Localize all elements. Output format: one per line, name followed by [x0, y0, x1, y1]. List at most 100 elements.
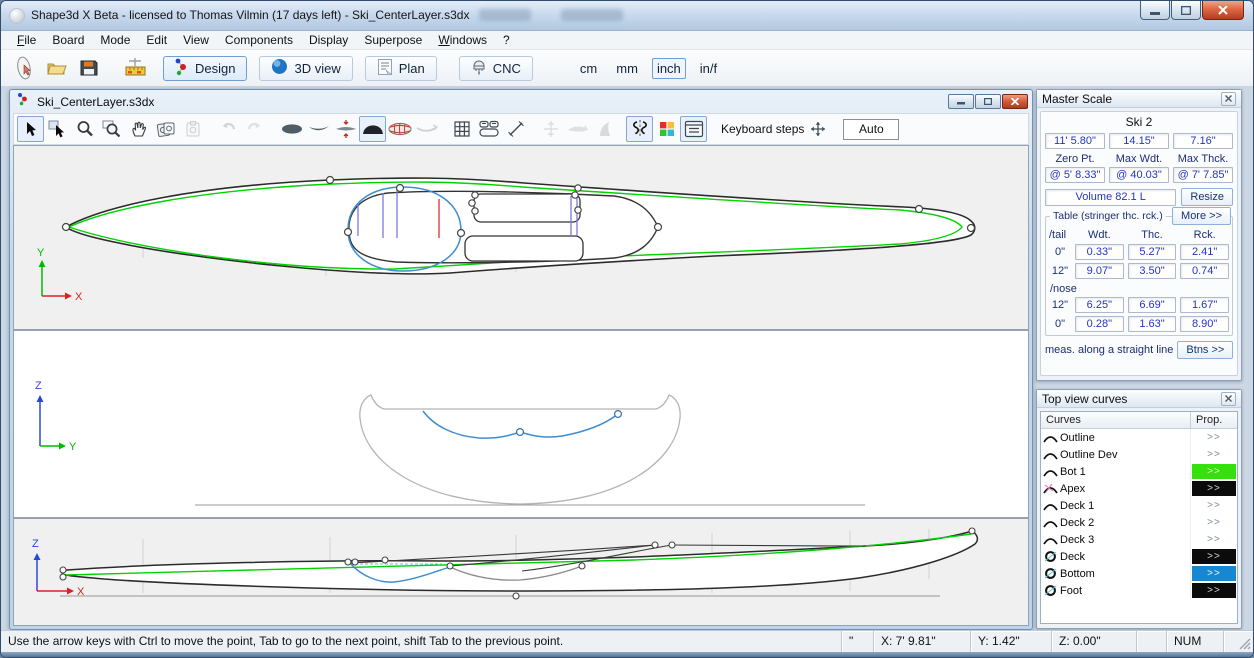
prop-button[interactable]: >>: [1192, 566, 1236, 581]
select-points-icon[interactable]: [44, 116, 71, 142]
unit-cm[interactable]: cm: [575, 58, 602, 79]
3d-view-button[interactable]: 3D view: [259, 56, 352, 81]
paste-view-icon[interactable]: [179, 116, 206, 142]
grid-icon[interactable]: [448, 116, 475, 142]
copy-view-icon[interactable]: [152, 116, 179, 142]
menu-superpose[interactable]: Superpose: [356, 31, 430, 49]
menu-view[interactable]: View: [175, 31, 217, 49]
section-view-icon[interactable]: [359, 116, 386, 142]
prop-button[interactable]: >>: [1192, 464, 1236, 479]
menu-display[interactable]: Display: [301, 31, 356, 49]
prop-button[interactable]: >>: [1192, 532, 1236, 547]
nose-wdt-field[interactable]: 0.28": [1075, 316, 1124, 332]
doc-minimize-button[interactable]: [948, 94, 974, 109]
tail-thc-field[interactable]: 3.50": [1128, 263, 1177, 279]
new-board-icon[interactable]: [9, 54, 41, 82]
tail-thc-field[interactable]: 5.27": [1128, 244, 1177, 260]
prop-button[interactable]: >>: [1192, 583, 1236, 598]
curve-row-outline-dev[interactable]: Outline Dev >>: [1041, 446, 1237, 463]
menu-windows[interactable]: Windows: [430, 31, 495, 49]
prop-button[interactable]: >>: [1192, 447, 1236, 462]
curve-row-bot1[interactable]: Bot 1 >>: [1041, 463, 1237, 480]
design-button[interactable]: Design: [163, 56, 247, 81]
doc-maximize-button[interactable]: [975, 94, 1001, 109]
prop-button[interactable]: >>: [1192, 515, 1236, 530]
outline-view-icon[interactable]: [278, 116, 305, 142]
menu-help[interactable]: ?: [495, 31, 518, 49]
curve-row-deck1[interactable]: Deck 1 >>: [1041, 497, 1237, 514]
ghost-board-icon[interactable]: [564, 116, 591, 142]
move-steps-icon[interactable]: [804, 116, 831, 142]
curve-row-deck3[interactable]: Deck 3 >>: [1041, 531, 1237, 548]
select-arrow-icon[interactable]: [17, 116, 44, 142]
nose-rck-field[interactable]: 1.67": [1180, 297, 1229, 313]
tail-wdt-field[interactable]: 0.33": [1075, 244, 1124, 260]
close-button[interactable]: [1202, 1, 1244, 20]
tail-rck-field[interactable]: 2.41": [1180, 244, 1229, 260]
nose-thc-field[interactable]: 1.63": [1128, 316, 1177, 332]
volume-field[interactable]: Volume 82.1 L: [1045, 189, 1176, 206]
plan-button[interactable]: Plan: [365, 56, 437, 81]
max-width-field[interactable]: 14.15": [1109, 133, 1169, 149]
zoom-icon[interactable]: [71, 116, 98, 142]
length-field[interactable]: 11' 5.80": [1045, 133, 1105, 149]
nose-thc-field[interactable]: 6.69": [1128, 297, 1177, 313]
menu-mode[interactable]: Mode: [92, 31, 138, 49]
scale-tool-icon[interactable]: [119, 54, 151, 82]
guideline-icon[interactable]: [537, 116, 564, 142]
menu-components[interactable]: Components: [217, 31, 301, 49]
undo-icon[interactable]: [214, 116, 241, 142]
max-thck-at-field[interactable]: @ 7' 7.85": [1173, 167, 1233, 183]
flow-view-icon[interactable]: [413, 116, 440, 142]
doc-close-button[interactable]: [1002, 94, 1028, 109]
tail-wdt-field[interactable]: 9.07": [1075, 263, 1124, 279]
nose-rck-field[interactable]: 8.90": [1180, 316, 1229, 332]
menu-board[interactable]: Board: [44, 31, 92, 49]
unit-inch[interactable]: inch: [652, 58, 686, 79]
slices-icon[interactable]: [475, 116, 502, 142]
pan-hand-icon[interactable]: [125, 116, 152, 142]
curve-row-deck2[interactable]: Deck 2 >>: [1041, 514, 1237, 531]
prop-button[interactable]: >>: [1192, 481, 1236, 496]
max-wdt-at-field[interactable]: @ 40.03": [1109, 167, 1169, 183]
cnc-button[interactable]: CNC: [459, 56, 533, 81]
max-thickness-field[interactable]: 7.16": [1173, 133, 1233, 149]
save-icon[interactable]: [73, 54, 105, 82]
menu-edit[interactable]: Edit: [138, 31, 175, 49]
panel-toggle-icon[interactable]: [680, 116, 707, 142]
minimize-button[interactable]: [1140, 1, 1170, 20]
curve-row-deck[interactable]: Deck >>: [1041, 548, 1237, 565]
maximize-button[interactable]: [1171, 1, 1201, 20]
curves-close-icon[interactable]: [1221, 392, 1236, 406]
curve-row-foot[interactable]: Foot >>: [1041, 582, 1237, 599]
rocker-view-icon[interactable]: [305, 116, 332, 142]
wireframe-view-icon[interactable]: [386, 116, 413, 142]
btns-button[interactable]: Btns >>: [1177, 341, 1233, 359]
zoom-window-icon[interactable]: [98, 116, 125, 142]
resize-button[interactable]: Resize: [1181, 188, 1233, 206]
tail-rck-field[interactable]: 0.74": [1180, 263, 1229, 279]
colors-icon[interactable]: [653, 116, 680, 142]
top-view-pane[interactable]: Y X: [14, 146, 1028, 329]
redo-icon[interactable]: [241, 116, 268, 142]
zero-at-field[interactable]: @ 5' 8.33": [1045, 167, 1105, 183]
side-view-pane[interactable]: Z X: [14, 519, 1028, 625]
prop-button[interactable]: >>: [1192, 549, 1236, 564]
section-view-pane[interactable]: Z Y: [14, 331, 1028, 517]
open-folder-icon[interactable]: [41, 54, 73, 82]
mirror-icon[interactable]: [626, 116, 653, 142]
resize-grip[interactable]: [1223, 631, 1253, 652]
curve-row-apex[interactable]: Apex >>: [1041, 480, 1237, 497]
prop-column-header[interactable]: Prop.: [1191, 412, 1237, 428]
unit-mm[interactable]: mm: [611, 58, 643, 79]
curves-column-header[interactable]: Curves: [1041, 412, 1191, 428]
unit-inf[interactable]: in/f: [695, 58, 722, 79]
auto-button[interactable]: Auto: [843, 119, 899, 140]
prop-button[interactable]: >>: [1192, 430, 1236, 445]
curve-row-bottom[interactable]: Bottom >>: [1041, 565, 1237, 582]
measure-icon[interactable]: [502, 116, 529, 142]
more-button[interactable]: More >>: [1172, 207, 1231, 225]
menu-file[interactable]: File: [9, 31, 44, 49]
thickness-view-icon[interactable]: [332, 116, 359, 142]
curve-row-outline[interactable]: Outline >>: [1041, 429, 1237, 446]
